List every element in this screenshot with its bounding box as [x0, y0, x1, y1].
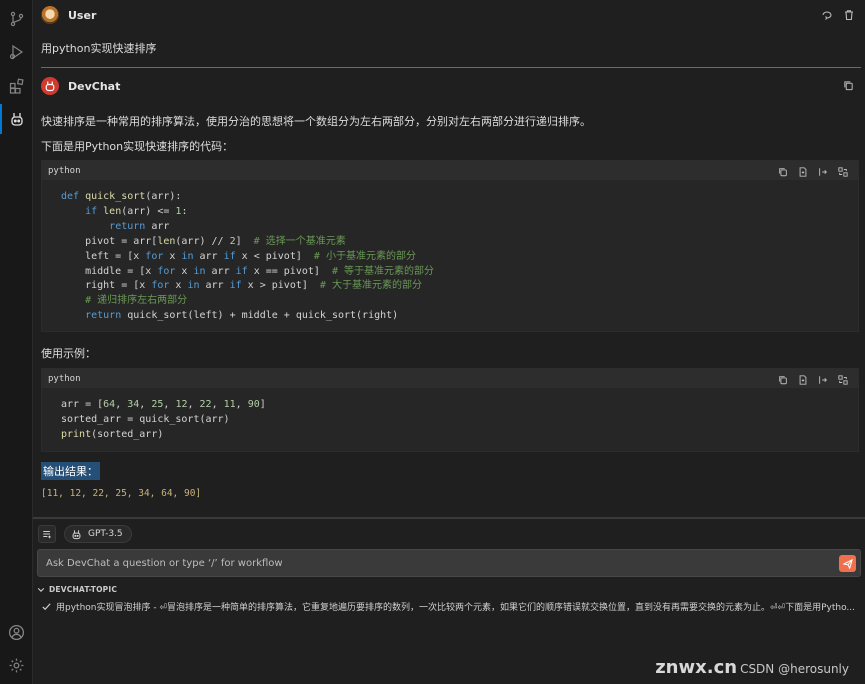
topic-section-title: DEVCHAT-TOPIC	[49, 585, 118, 594]
chevron-down-icon	[37, 587, 45, 592]
chat-panel: User 用python实现快速排序 DevChat 快速排序是一种常用的排序算…	[33, 0, 865, 684]
model-name: GPT-3.5	[88, 529, 123, 539]
code-line: right = [x for x in arr if x > pivot] # …	[61, 280, 422, 292]
code-line: sorted_arr = quick_sort(arr)	[61, 413, 230, 425]
insert-icon[interactable]	[818, 167, 830, 179]
code-language: python	[48, 373, 81, 384]
bot-intro-text: 快速排序是一种常用的排序算法，使用分治的思想将一个数组分为左右两部分，分别对左右…	[41, 115, 591, 128]
insert-icon[interactable]	[818, 375, 830, 387]
check-icon	[42, 602, 51, 610]
user-message-text: 用python实现快速排序	[41, 42, 157, 55]
topic-item[interactable]: 用python实现冒泡排序 - ⏎冒泡排序是一种简单的排序算法，它重复地遍历要排…	[41, 598, 861, 614]
devchat-avatar	[41, 77, 59, 95]
account-icon[interactable]	[0, 617, 33, 647]
code-line: # 递归排序左右两部分	[85, 295, 188, 307]
copy-icon[interactable]	[778, 167, 790, 179]
chat-input-box	[37, 549, 861, 577]
watermark-big: znwx.cn	[655, 657, 738, 678]
code-block: python def quick_sort(arr): if len(arr) …	[41, 160, 859, 332]
user-name: User	[68, 8, 97, 22]
usage-label: 使用示例：	[41, 347, 96, 360]
send-button[interactable]	[839, 555, 856, 572]
output-result: [11, 12, 22, 25, 34, 64, 90]	[41, 488, 202, 499]
settings-gear-icon[interactable]	[0, 650, 33, 680]
activity-bar	[0, 0, 33, 684]
user-avatar	[41, 6, 59, 24]
topic-item-text: 用python实现冒泡排序 - ⏎冒泡排序是一种简单的排序算法，它重复地遍历要排…	[56, 602, 855, 613]
context-menu-button[interactable]	[38, 525, 56, 543]
bot-name: DevChat	[68, 79, 121, 93]
output-label: 输出结果：	[41, 462, 100, 480]
send-icon	[842, 558, 853, 569]
code-line: print(sorted_arr)	[61, 428, 164, 440]
delete-icon[interactable]	[843, 9, 855, 21]
code-line: def quick_sort(arr):	[61, 191, 182, 202]
list-add-icon	[43, 531, 51, 539]
new-file-icon[interactable]	[798, 375, 810, 387]
extensions-icon[interactable]	[0, 71, 33, 101]
code-block: python arr = [64, 34, 25, 12, 22, 11, 90…	[41, 368, 859, 452]
code-actions	[778, 167, 850, 179]
model-selector[interactable]: GPT-3.5	[64, 525, 132, 543]
watermark: znwx.cn CSDN @herosunly	[655, 657, 849, 678]
code-block-header: python	[42, 161, 858, 180]
diff-icon[interactable]	[838, 167, 850, 179]
bot-message-header: DevChat	[41, 76, 120, 96]
code-language: python	[48, 165, 81, 176]
input-toolbar: GPT-3.5	[38, 524, 132, 544]
code-line: if len(arr) <= 1:	[85, 205, 188, 217]
bot-message-actions	[843, 80, 855, 92]
new-file-icon[interactable]	[798, 167, 810, 179]
devchat-icon[interactable]	[0, 104, 33, 134]
copy-icon[interactable]	[778, 375, 790, 387]
code-actions	[778, 375, 850, 387]
topic-section-header[interactable]: DEVCHAT-TOPIC	[37, 585, 117, 594]
watermark-small: CSDN @herosunly	[740, 662, 849, 676]
run-debug-icon[interactable]	[0, 37, 33, 67]
code-intro-text: 下面是用Python实现快速排序的代码：	[41, 140, 234, 153]
message-divider	[41, 67, 861, 68]
user-message-header: User	[41, 5, 96, 25]
code-line: return arr	[109, 220, 170, 232]
code-content: arr = [64, 34, 25, 12, 22, 11, 90] sorted…	[42, 388, 858, 443]
input-panel-border	[33, 517, 865, 519]
user-message-actions	[821, 9, 855, 21]
code-line: middle = [x for x in arr if x == pivot] …	[61, 265, 435, 277]
chat-input[interactable]	[38, 550, 828, 576]
diff-icon[interactable]	[838, 375, 850, 387]
code-line: return quick_sort(left) + middle + quick…	[85, 310, 399, 322]
copy-icon[interactable]	[843, 80, 855, 92]
code-content: def quick_sort(arr): if len(arr) <= 1: r…	[42, 180, 858, 324]
code-line: arr = [64, 34, 25, 12, 22, 11, 90]	[61, 399, 266, 410]
code-line: pivot = arr[len(arr) // 2] # 选择一个基准元素	[61, 235, 346, 247]
edit-icon[interactable]	[821, 9, 833, 21]
code-block-header: python	[42, 369, 858, 388]
source-control-icon[interactable]	[0, 4, 33, 34]
robot-icon	[72, 529, 81, 539]
code-line: left = [x for x in arr if x < pivot] # 小…	[61, 250, 416, 262]
